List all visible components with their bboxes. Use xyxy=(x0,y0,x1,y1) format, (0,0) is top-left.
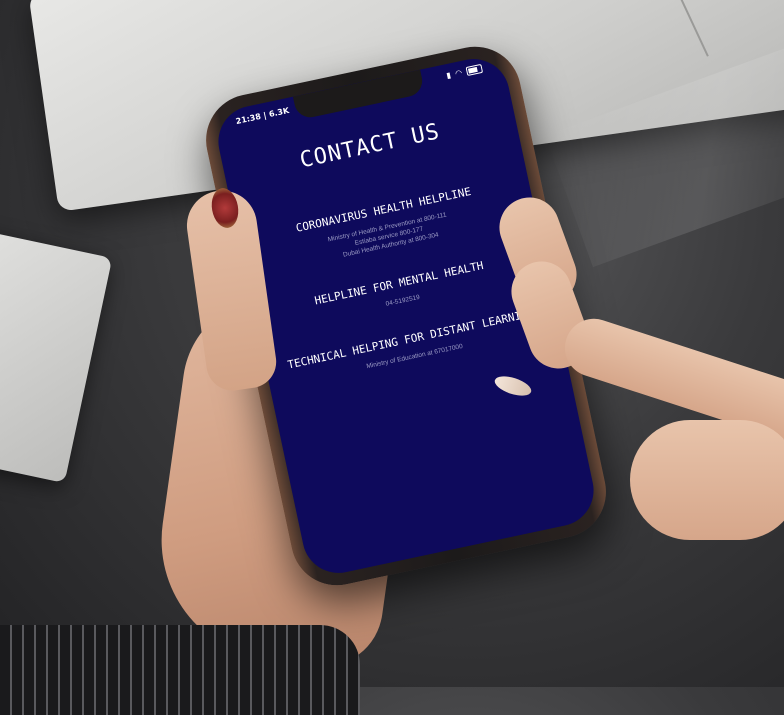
status-icons: ▮ ◠ xyxy=(445,63,484,81)
right-hand xyxy=(630,420,784,540)
status-time: 21:38 | 6.3K xyxy=(234,105,290,127)
signal-icon: ▮ xyxy=(445,70,453,81)
tablet xyxy=(0,226,113,484)
striped-sleeve xyxy=(0,625,360,715)
wifi-icon: ◠ xyxy=(454,67,464,79)
battery-icon xyxy=(465,63,484,76)
